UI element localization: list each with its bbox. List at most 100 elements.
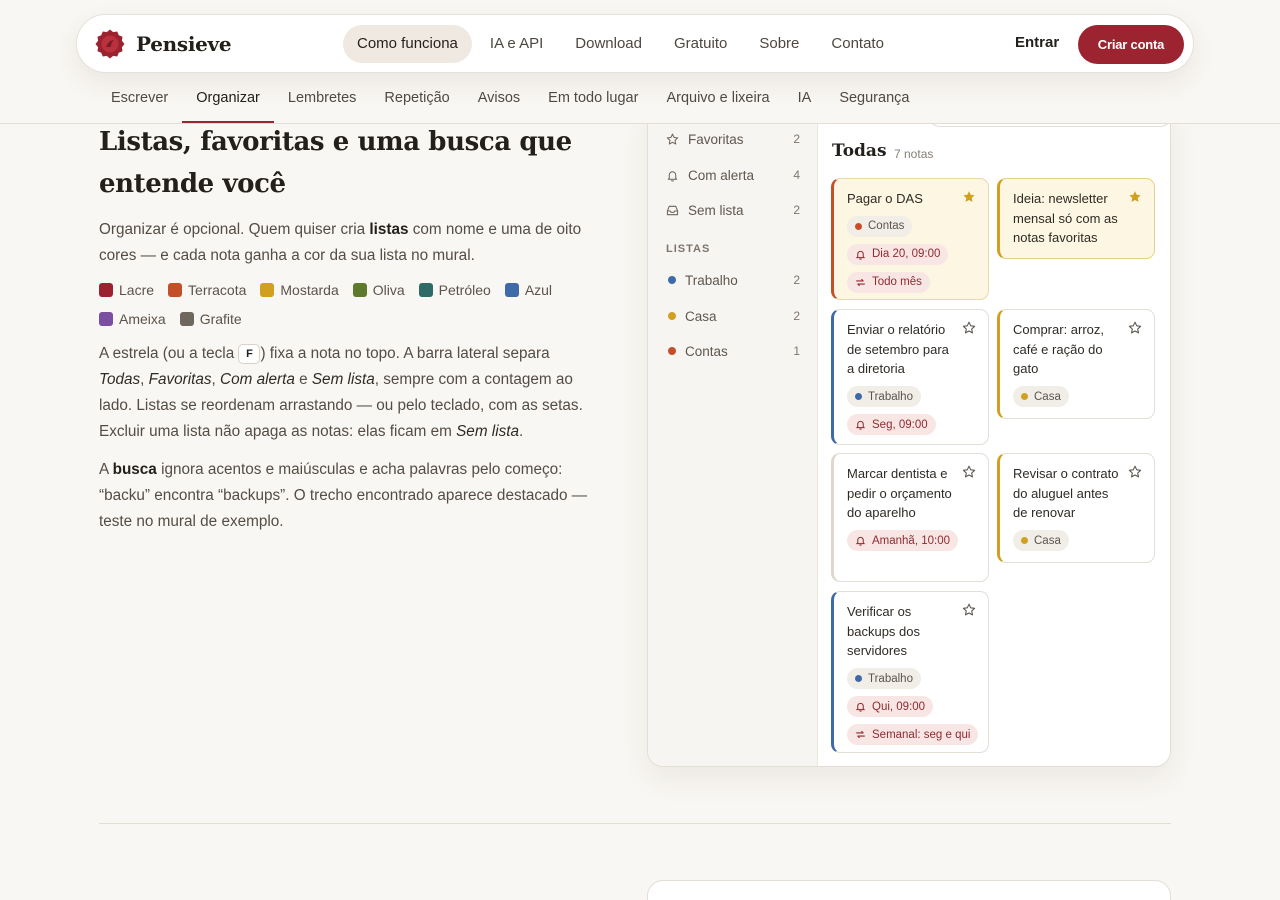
alert-tag-label: Qui, 09:00 <box>872 700 926 713</box>
sidebar-item-label: Favoritas <box>688 131 744 147</box>
list-tag: Trabalho <box>847 668 921 690</box>
section-subnav: Escrever Organizar Lembretes Repetição A… <box>0 80 1280 124</box>
note-text: Revisar o contrato do aluguel antes de r… <box>1013 466 1119 521</box>
keyboard-key-f: F <box>238 344 261 364</box>
color-chip-mostarda: Mostarda <box>260 280 339 300</box>
note-text: Marcar dentista e pedir o orçamento do a… <box>847 466 952 521</box>
nav-link-download[interactable]: Download <box>561 25 656 63</box>
text-run-bold: busca <box>112 461 157 478</box>
subtab-ia[interactable]: IA <box>784 80 826 123</box>
text-run: . <box>519 423 524 440</box>
star-outline-icon[interactable] <box>1128 321 1142 335</box>
section-title: Listas, favoritas e uma busca que entend… <box>99 127 572 199</box>
subtab-lembretes[interactable]: Lembretes <box>274 80 371 123</box>
color-swatch <box>168 283 183 297</box>
star-outline-icon[interactable] <box>962 321 976 335</box>
list-tag-label: Contas <box>868 220 905 233</box>
lists-paragraph: Organizar é opcional. Quem quiser cria l… <box>99 217 599 269</box>
lists-heading: LISTAS <box>666 243 711 255</box>
list-color-dot <box>668 276 676 284</box>
nav-link-contato[interactable]: Contato <box>817 25 898 63</box>
list-color-dot <box>1021 537 1028 545</box>
text-run: A <box>99 461 113 478</box>
sidebar-item-label: Casa <box>685 308 717 324</box>
alert-tag: Amanhã, 10:00 <box>847 530 959 552</box>
organize-section: Listas, favoritas e uma busca que entend… <box>99 124 599 535</box>
color-chip-grafite: Grafite <box>179 309 242 329</box>
note-text: Pagar o DAS <box>847 191 923 206</box>
sidebar-item-count: 4 <box>793 168 800 182</box>
color-swatch <box>418 283 433 297</box>
repeat-tag-label: Semanal: seg e qui <box>872 728 971 741</box>
color-swatch <box>352 283 367 297</box>
repeat-tag-label: Todo mês <box>872 276 922 289</box>
color-swatch <box>179 312 194 326</box>
text-run: A estrela (ou a tecla <box>99 345 239 362</box>
list-color-dot <box>668 312 676 320</box>
note-card[interactable]: Pagar o DAS Contas Dia 20, 09:00 Todo mê… <box>831 178 989 300</box>
color-name: Ameixa <box>119 311 166 327</box>
list-tag-label: Trabalho <box>868 390 913 403</box>
color-name: Petróleo <box>438 282 491 298</box>
subtab-arquivo-e-lixeira[interactable]: Arquivo e lixeira <box>652 80 783 123</box>
note-card[interactable]: Revisar o contrato do aluguel antes de r… <box>997 453 1155 563</box>
sidebar-item-count: 1 <box>793 344 800 358</box>
text-run: e <box>294 371 312 388</box>
repeat-icon <box>856 278 865 286</box>
nav-link-sobre[interactable]: Sobre <box>745 25 813 63</box>
login-link[interactable]: Entrar <box>1015 34 1059 51</box>
sidebar-item-favoritas[interactable]: Favoritas 2 <box>666 128 800 150</box>
subtab-em-todo-lugar[interactable]: Em todo lugar <box>534 80 652 123</box>
list-color-dot <box>1021 393 1028 401</box>
bell-icon <box>667 170 678 182</box>
star-filled-icon[interactable] <box>1128 190 1142 204</box>
sidebar-item-label: Trabalho <box>685 272 738 288</box>
nav-link-gratuito[interactable]: Gratuito <box>660 25 741 63</box>
note-card[interactable]: Enviar o relatório de setembro para a di… <box>831 309 989 445</box>
star-filled-icon[interactable] <box>962 190 976 204</box>
sidebar-item-label: Contas <box>685 343 728 359</box>
text-run-italic: Todas <box>99 371 141 388</box>
search-paragraph: A busca ignora acentos e maiúsculas e ac… <box>99 457 599 535</box>
sidebar-item-com-alerta[interactable]: Com alerta 4 <box>666 164 800 186</box>
list-tag-label: Casa <box>1034 390 1061 403</box>
note-card[interactable]: Verificar os backups dos servidores Trab… <box>831 591 989 753</box>
list-tag: Casa <box>1013 386 1069 408</box>
subtab-seguranca[interactable]: Segurança <box>825 80 923 123</box>
repeat-tag: Todo mês <box>847 271 930 293</box>
subtab-organizar[interactable]: Organizar <box>182 80 274 123</box>
list-color-dot <box>855 393 862 401</box>
signup-button[interactable]: Criar conta <box>1078 25 1184 64</box>
list-tag: Contas <box>847 215 913 237</box>
note-text: Verificar os backups dos servidores <box>847 604 920 659</box>
text-run: Organizar é opcional. Quem quiser cria <box>99 221 370 238</box>
star-outline-icon[interactable] <box>1128 465 1142 479</box>
color-chip-oliva: Oliva <box>352 280 405 300</box>
sidebar-item-casa[interactable]: Casa 2 <box>666 305 800 327</box>
text-run: ) fixa a nota no topo. A barra lateral s… <box>260 345 550 362</box>
preview-board: Todas 7 notas Pagar o DAS Contas Dia 20,… <box>818 101 1170 766</box>
note-card[interactable]: Ideia: newsletter mensal só com as notas… <box>997 178 1155 259</box>
text-run: ignora acentos e maiúsculas e acha palav… <box>99 461 588 530</box>
sidebar-item-sem-lista[interactable]: Sem lista 2 <box>666 199 800 221</box>
text-run-italic: Sem lista <box>311 371 375 388</box>
sidebar-item-trabalho[interactable]: Trabalho 2 <box>666 269 800 291</box>
repeat-icon <box>856 730 865 739</box>
subtab-avisos[interactable]: Avisos <box>464 80 534 123</box>
star-outline-icon[interactable] <box>962 603 976 617</box>
nav-link-ia-e-api[interactable]: IA e API <box>476 25 557 63</box>
note-card[interactable]: Marcar dentista e pedir o orçamento do a… <box>831 453 989 582</box>
note-card[interactable]: Comprar: arroz, café e ração do gato Cas… <box>997 309 1155 419</box>
sidebar-item-label: Sem lista <box>688 202 744 218</box>
text-run: , <box>211 371 221 388</box>
subtab-repeticao[interactable]: Repetição <box>370 80 463 123</box>
star-outline-icon[interactable] <box>962 465 976 479</box>
text-run-italic: Sem lista <box>456 423 520 440</box>
nav-link-como-funciona[interactable]: Como funciona <box>343 25 472 63</box>
alert-tag-label: Seg, 09:00 <box>872 418 928 431</box>
brand[interactable]: Pensieve <box>94 28 232 60</box>
color-name: Lacre <box>119 282 155 298</box>
color-name: Azul <box>524 282 553 298</box>
subtab-escrever[interactable]: Escrever <box>97 80 182 123</box>
sidebar-item-contas[interactable]: Contas 1 <box>666 340 800 362</box>
